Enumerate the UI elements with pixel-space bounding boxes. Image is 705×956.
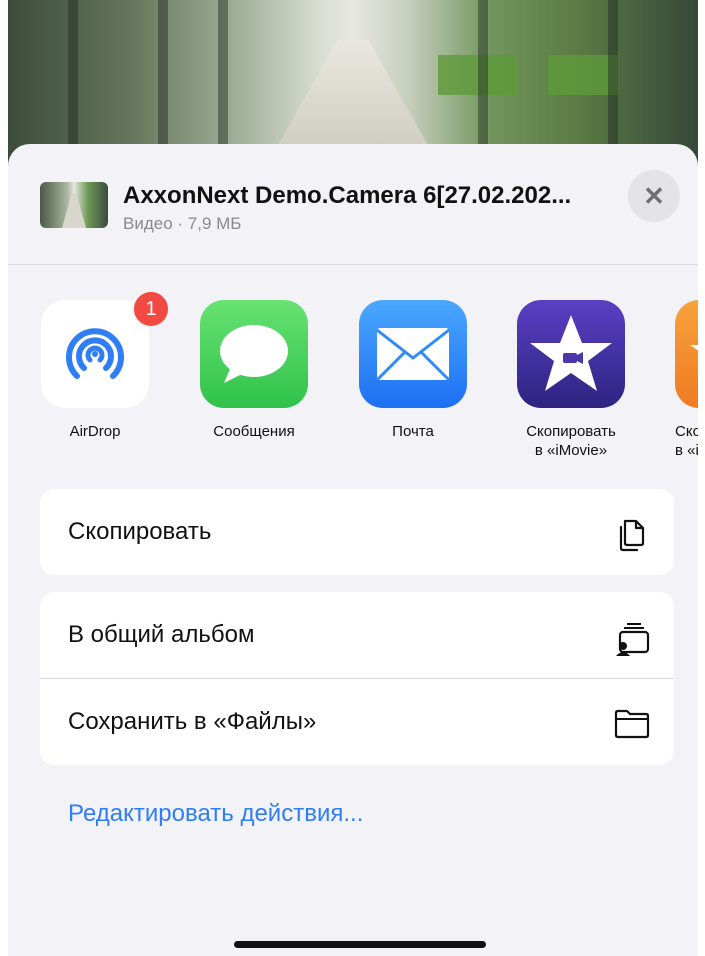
app-label: Ско в «i [675,423,698,459]
app-label: AirDrop [69,423,121,440]
star-app-icon [675,300,698,408]
close-icon: ✕ [643,180,665,211]
edit-actions-link[interactable]: Редактировать действия... [68,800,363,828]
mail-icon [359,300,467,408]
app-label: Сообщения [213,423,295,440]
file-title: AxxonNext Demo.Camera 6[27.02.202... [123,182,572,209]
copy-label: Скопировать [68,518,212,545]
messages-icon [200,300,308,408]
copy-icon [619,519,645,552]
shared-album-icon [616,623,650,656]
shared-album-label: В общий альбом [68,621,255,648]
notification-badge: 1 [132,290,170,328]
share-header: AxxonNext Demo.Camera 6[27.02.202... Вид… [8,144,698,264]
copy-group: Скопировать [40,489,674,575]
file-subtitle: Видео · 7,9 МБ [123,214,242,233]
save-files-label: Сохранить в «Файлы» [68,708,317,735]
screen: AxxonNext Demo.Camera 6[27.02.202... Вид… [8,0,698,956]
video-thumbnail [40,182,108,228]
save-files-action[interactable]: Сохранить в «Файлы» [40,679,674,765]
share-sheet: AxxonNext Demo.Camera 6[27.02.202... Вид… [8,144,698,956]
header-divider [8,264,698,265]
folder-icon [614,709,650,739]
close-button[interactable]: ✕ [628,170,680,222]
copy-action[interactable]: Скопировать [40,489,674,575]
app-row: 1 AirDrop Сообщения Почта Скопировать в … [8,290,698,470]
shared-album-action[interactable]: В общий альбом [40,592,674,679]
app-label: Почта [392,423,434,440]
home-indicator [234,941,486,948]
app-label: Скопировать в «iMovie» [526,423,616,459]
imovie-icon [517,300,625,408]
save-group: В общий альбом Сохранить в «Файлы» [40,592,674,765]
